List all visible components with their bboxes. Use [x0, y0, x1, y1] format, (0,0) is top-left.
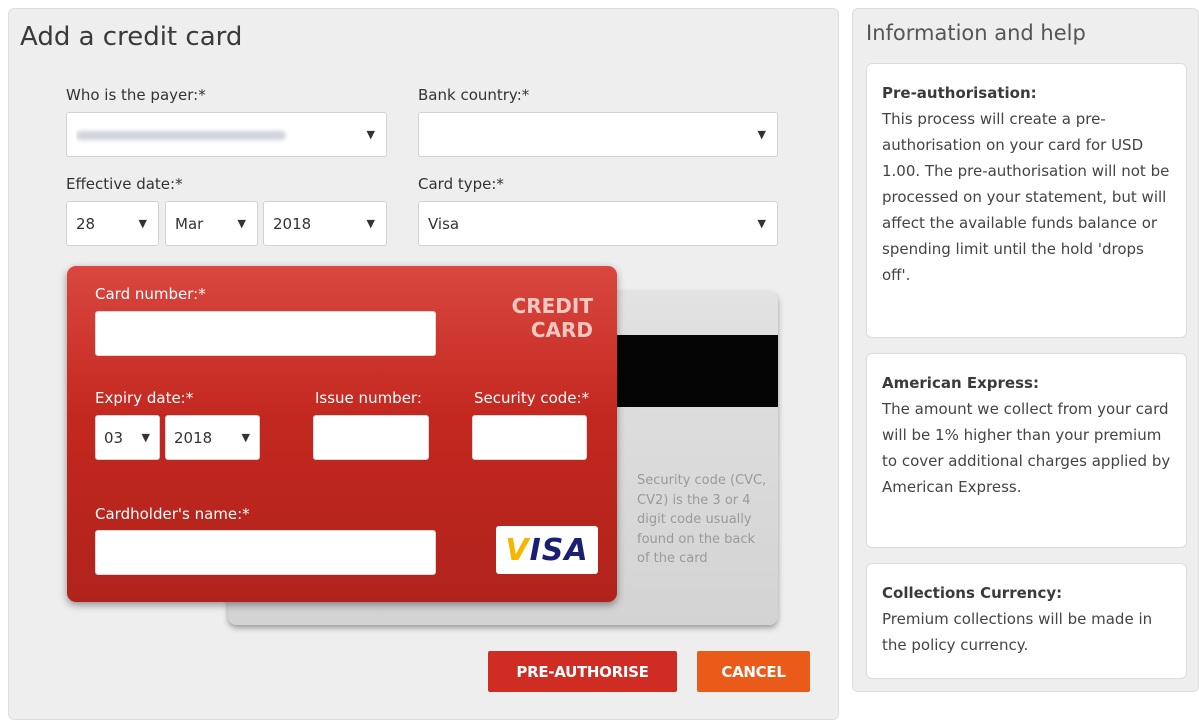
payer-value-redacted	[76, 126, 367, 144]
help-box-collections-currency: Collections Currency: Premium collection…	[866, 563, 1187, 679]
issue-number-input[interactable]	[313, 415, 429, 460]
help-box-title: American Express:	[882, 374, 1039, 392]
security-code-input[interactable]	[472, 415, 587, 460]
help-box-title: Pre-authorisation:	[882, 84, 1037, 102]
security-code-help-text: Security code (CVC, CV2) is the 3 or 4 d…	[637, 473, 767, 566]
payer-select[interactable]: ▼	[66, 112, 387, 157]
help-box-body: Premium collections will be made in the …	[882, 610, 1153, 654]
card-type-select[interactable]: Visa ▼	[418, 201, 778, 246]
visa-logo: V ISA	[496, 526, 598, 574]
security-code-label: Security code:*	[474, 389, 590, 407]
chevron-down-icon: ▼	[757, 128, 766, 141]
card-type-value: Visa	[428, 214, 460, 233]
expiry-year-select[interactable]: 2018 ▼	[165, 415, 260, 460]
help-panel-title: Information and help	[866, 21, 1086, 45]
effective-date-label: Effective date:*	[66, 175, 183, 193]
chevron-down-icon: ▼	[241, 431, 250, 444]
help-box-body: The amount we collect from your card wil…	[882, 400, 1171, 496]
payer-label: Who is the payer:*	[66, 86, 206, 104]
help-box-preauthorisation: Pre-authorisation: This process will cre…	[866, 63, 1187, 338]
card-number-input[interactable]	[95, 311, 436, 356]
preauthorise-button[interactable]: PRE-AUTHORISE	[488, 651, 677, 692]
cardholder-name-label: Cardholder's name:*	[95, 505, 250, 523]
expiry-year-value: 2018	[174, 428, 213, 447]
effective-day-select[interactable]: 28 ▼	[66, 201, 159, 246]
effective-day-value: 28	[76, 214, 96, 233]
chevron-down-icon: ▼	[237, 217, 246, 230]
chevron-down-icon: ▼	[366, 128, 375, 141]
issue-number-label: Issue number:	[315, 389, 422, 407]
cardholder-name-input[interactable]	[95, 530, 436, 575]
credit-card-brand-line2: CARD	[530, 318, 593, 342]
cancel-button[interactable]: CANCEL	[697, 651, 810, 692]
credit-card-brand-text: CREDIT CARD	[512, 294, 593, 342]
bank-country-select[interactable]: ▼	[418, 112, 778, 157]
chevron-down-icon: ▼	[757, 217, 766, 230]
page-title: Add a credit card	[20, 22, 243, 52]
effective-year-value: 2018	[273, 214, 312, 233]
credit-card-brand-line1: CREDIT	[511, 294, 593, 318]
card-front: Card number:* CREDIT CARD Expiry date:* …	[67, 266, 617, 602]
chevron-down-icon: ▼	[141, 431, 150, 444]
effective-month-select[interactable]: Mar ▼	[165, 201, 258, 246]
expiry-date-label: Expiry date:*	[95, 389, 194, 407]
help-box-american-express: American Express: The amount we collect …	[866, 353, 1187, 548]
effective-year-select[interactable]: 2018 ▼	[263, 201, 387, 246]
bank-country-label: Bank country:*	[418, 86, 530, 104]
help-box-body: This process will create a pre-authorisa…	[882, 110, 1170, 284]
help-box-title: Collections Currency:	[882, 584, 1063, 602]
card-number-label: Card number:*	[95, 285, 206, 303]
effective-month-value: Mar	[175, 214, 204, 233]
chevron-down-icon: ▼	[366, 217, 375, 230]
expiry-month-select[interactable]: 03 ▼	[95, 415, 160, 460]
chevron-down-icon: ▼	[138, 217, 147, 230]
card-type-label: Card type:*	[418, 175, 504, 193]
expiry-month-value: 03	[104, 428, 124, 447]
